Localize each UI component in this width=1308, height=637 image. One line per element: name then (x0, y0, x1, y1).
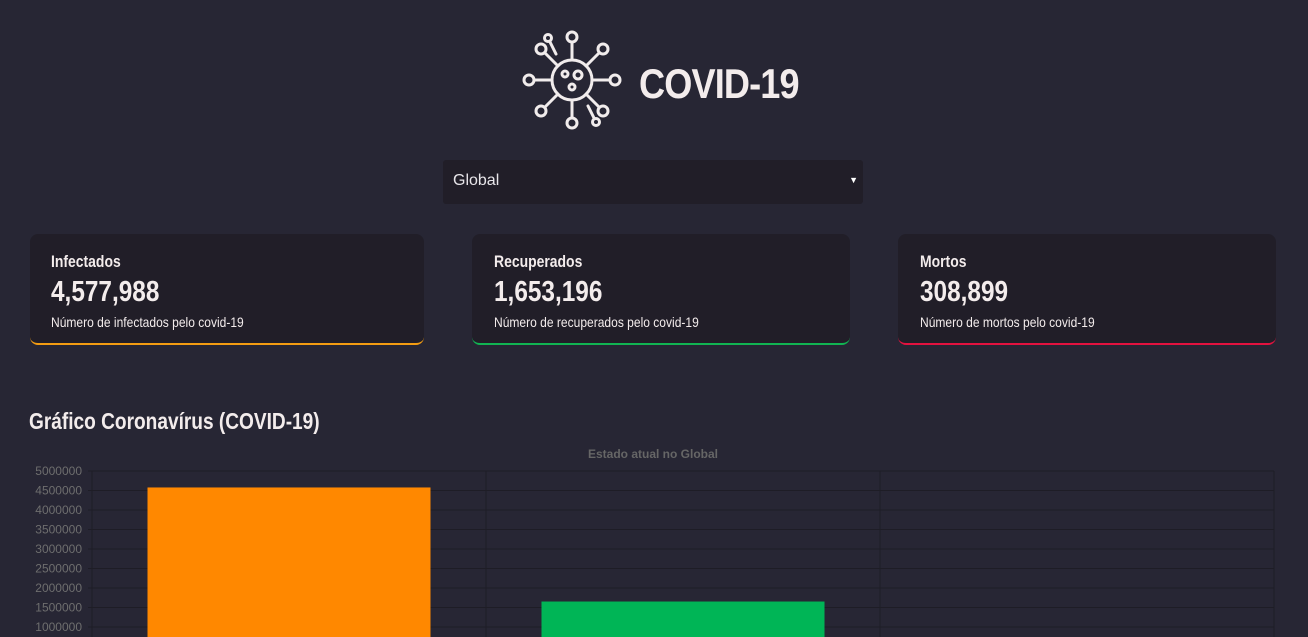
y-tick-label: 2500000 (35, 562, 82, 576)
card-description: Número de infectados pelo covid-19 (51, 314, 244, 330)
y-tick-label: 5000000 (35, 464, 82, 478)
y-tick-label: 4500000 (35, 484, 82, 498)
y-tick-label: 1500000 (35, 601, 82, 615)
card-title: Recuperados (494, 252, 583, 271)
card-mortos: Mortos 308,899 Número de mortos pelo cov… (898, 234, 1276, 345)
card-value: 1,653,196 (494, 276, 603, 308)
header: COVID-19 (0, 0, 1308, 140)
y-tick-label: 4000000 (35, 503, 82, 517)
card-description: Número de recuperados pelo covid-19 (494, 314, 699, 330)
chevron-down-icon: ▼ (849, 175, 858, 185)
app-title: COVID-19 (639, 60, 800, 107)
chart-section-title: Gráfico Coronavírus (COVID-19) (29, 408, 320, 434)
chart-title: Estado atual no Global (588, 447, 718, 461)
chart-bar (147, 487, 431, 637)
y-tick-label: 1000000 (35, 620, 82, 634)
card-infectados: Infectados 4,577,988 Número de infectado… (30, 234, 424, 345)
y-tick-label: 3500000 (35, 523, 82, 537)
card-value: 308,899 (920, 276, 1009, 308)
virus-icon (522, 30, 622, 130)
card-title: Infectados (51, 252, 121, 271)
chart: Estado atual no Global 5000000 4500000 4000… (35, 447, 1275, 637)
card-value: 4,577,988 (51, 276, 160, 308)
chart-bar (541, 601, 825, 637)
y-tick-label: 3000000 (35, 542, 82, 556)
card-title: Mortos (920, 252, 967, 271)
region-select-value: Global (453, 172, 500, 189)
card-description: Número de mortos pelo covid-19 (920, 314, 1095, 330)
region-select[interactable]: Global ▼ (443, 160, 863, 204)
card-recuperados: Recuperados 1,653,196 Número de recupera… (472, 234, 850, 345)
y-tick-label: 2000000 (35, 581, 82, 595)
